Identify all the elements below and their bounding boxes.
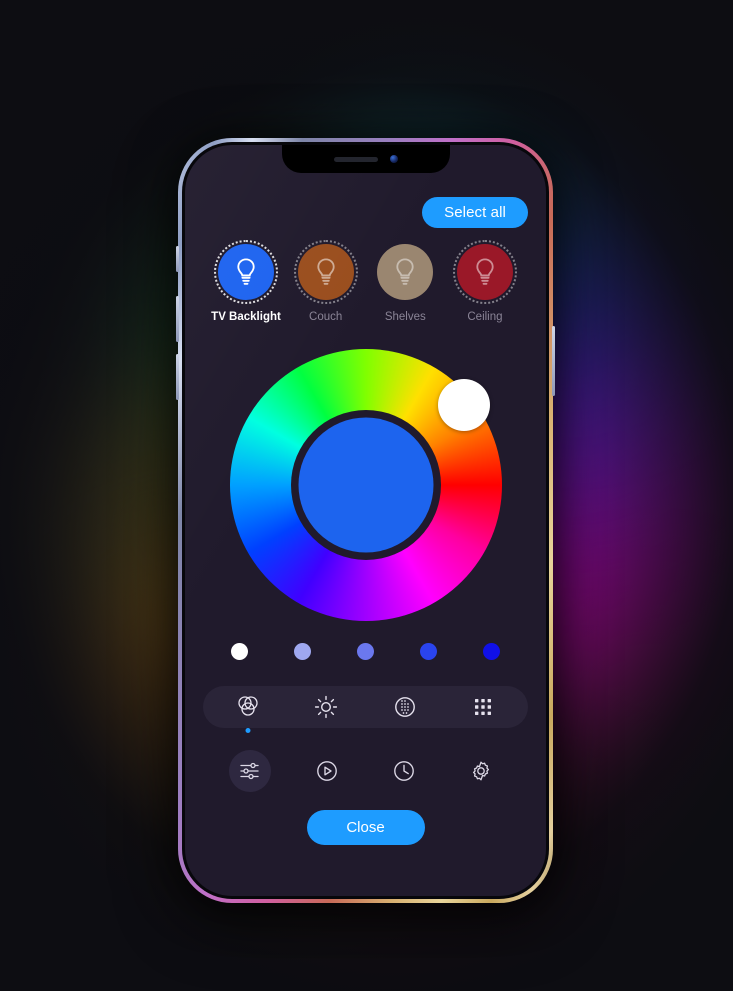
volume-up-button[interactable] — [176, 296, 179, 342]
adjust-sliders-button[interactable] — [228, 750, 271, 792]
halftone-circle-icon — [394, 697, 415, 717]
saturation-swatch[interactable] — [294, 643, 311, 660]
color-circles-icon — [238, 696, 258, 716]
saturation-swatch[interactable] — [357, 643, 374, 660]
device-avatar[interactable] — [452, 240, 517, 304]
close-button[interactable]: Close — [306, 810, 425, 845]
device-label: TV Backlight — [211, 311, 281, 323]
device-avatar[interactable] — [214, 240, 278, 304]
device-label: Couch — [309, 311, 343, 323]
phone-screen: Select all TV Backlight Couch Shelves Ce… — [185, 145, 546, 896]
tab-color-mix[interactable] — [224, 686, 272, 733]
light-control-app: Select all TV Backlight Couch Shelves Ce… — [185, 145, 546, 896]
device-avatar[interactable] — [293, 240, 358, 304]
play-icon — [317, 761, 337, 781]
action-row — [203, 750, 528, 792]
sliders-icon — [239, 762, 259, 780]
phone-notch — [281, 145, 450, 173]
color-wheel-handle[interactable] — [437, 379, 490, 431]
active-tab-indicator — [245, 728, 251, 733]
saturation-swatch[interactable] — [231, 643, 248, 660]
play-button[interactable] — [306, 750, 348, 792]
header-row: Select all — [203, 197, 528, 228]
volume-down-button[interactable] — [176, 354, 179, 400]
gear-icon — [473, 761, 490, 781]
saturation-swatch[interactable] — [483, 643, 500, 660]
tab-brightness[interactable] — [302, 686, 350, 728]
grid-dots-icon — [474, 699, 491, 715]
mute-switch-button[interactable] — [176, 246, 179, 272]
clock-icon — [394, 761, 414, 781]
select-all-button[interactable]: Select all — [422, 197, 528, 228]
power-button[interactable] — [552, 326, 555, 396]
footer-row: Close — [203, 810, 528, 845]
device-avatar[interactable] — [377, 244, 434, 300]
saturation-swatch[interactable] — [420, 643, 437, 660]
selected-ring-icon — [214, 240, 278, 304]
device-item-tv-backlight[interactable]: TV Backlight — [209, 240, 283, 323]
selected-ring-icon — [293, 240, 358, 304]
device-item-couch[interactable]: Couch — [289, 240, 363, 323]
earpiece-speaker-icon — [333, 156, 378, 162]
device-item-ceiling[interactable]: Ceiling — [448, 240, 522, 323]
sun-icon — [315, 695, 338, 719]
color-wheel[interactable] — [229, 349, 502, 621]
tab-presets[interactable] — [459, 686, 507, 728]
device-item-shelves[interactable]: Shelves — [368, 244, 442, 323]
bulb-icon — [396, 258, 414, 285]
phone-bezel: Select all TV Backlight Couch Shelves Ce… — [182, 142, 549, 899]
device-label: Ceiling — [467, 311, 503, 323]
mode-tab-bar — [203, 686, 528, 733]
device-label: Shelves — [384, 311, 426, 323]
selected-ring-icon — [452, 240, 517, 304]
color-picker-area — [203, 349, 528, 621]
tab-effects[interactable] — [381, 686, 429, 728]
settings-button[interactable] — [460, 750, 502, 792]
saturation-swatch-row — [203, 643, 528, 660]
phone-device: Select all TV Backlight Couch Shelves Ce… — [176, 138, 555, 903]
device-selector-list: TV Backlight Couch Shelves Ceiling — [203, 240, 528, 323]
timer-button[interactable] — [383, 750, 425, 792]
ambient-rgb-scene: Select all TV Backlight Couch Shelves Ce… — [0, 0, 733, 991]
front-camera-icon — [389, 155, 398, 163]
selected-color-swatch[interactable] — [298, 417, 433, 553]
